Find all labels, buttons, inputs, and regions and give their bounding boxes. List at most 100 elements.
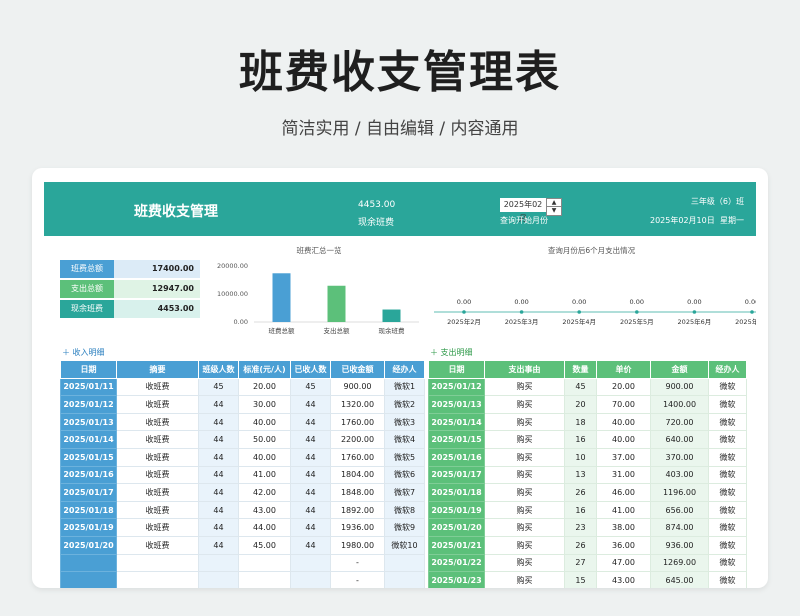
table-cell[interactable]: 47.00: [596, 553, 651, 573]
table-cell[interactable]: 微软: [708, 553, 747, 573]
table-cell[interactable]: 收班费: [116, 447, 199, 467]
table-cell[interactable]: 2025/01/14: [428, 412, 485, 432]
table-cell[interactable]: 收班费: [116, 483, 199, 502]
table-cell[interactable]: 13: [564, 465, 597, 485]
table-cell[interactable]: 微软1: [384, 377, 425, 397]
table-cell[interactable]: 微软: [708, 465, 747, 485]
spinner-up-icon[interactable]: ▲: [547, 199, 561, 207]
table-cell[interactable]: 收班费: [116, 465, 199, 485]
table-cell[interactable]: 44: [198, 412, 239, 432]
table-cell[interactable]: 微软: [708, 483, 747, 502]
table-cell[interactable]: [198, 553, 239, 573]
table-cell[interactable]: [290, 571, 331, 588]
table-cell[interactable]: 26: [564, 483, 597, 502]
table-cell[interactable]: 640.00: [650, 430, 709, 449]
table-cell[interactable]: [290, 553, 331, 573]
column-header[interactable]: 支出事由: [484, 360, 565, 379]
table-cell[interactable]: 2200.00: [330, 430, 385, 449]
table-cell[interactable]: 购买: [484, 518, 565, 537]
table-cell[interactable]: 1892.00: [330, 500, 385, 520]
table-cell[interactable]: 44: [290, 465, 331, 485]
table-cell[interactable]: 370.00: [650, 447, 709, 467]
table-cell[interactable]: 1400.00: [650, 395, 709, 414]
column-header[interactable]: 摘要: [116, 360, 199, 379]
table-cell[interactable]: 1760.00: [330, 412, 385, 432]
table-cell[interactable]: 1196.00: [650, 483, 709, 502]
table-cell[interactable]: 微软: [708, 535, 747, 555]
table-cell[interactable]: [116, 553, 199, 573]
table-cell[interactable]: 44: [290, 535, 331, 555]
table-cell[interactable]: 656.00: [650, 500, 709, 520]
table-cell[interactable]: 2025/01/15: [60, 447, 117, 467]
table-cell[interactable]: 2025/01/16: [428, 447, 485, 467]
table-cell[interactable]: [60, 553, 117, 573]
table-cell[interactable]: 收班费: [116, 535, 199, 555]
table-cell[interactable]: 44: [198, 447, 239, 467]
table-cell[interactable]: 购买: [484, 377, 565, 397]
table-cell[interactable]: 44: [290, 395, 331, 414]
table-cell[interactable]: 微软: [708, 571, 747, 588]
table-cell[interactable]: 微软: [708, 500, 747, 520]
table-cell[interactable]: 2025/01/23: [428, 571, 485, 588]
table-cell[interactable]: 16: [564, 430, 597, 449]
table-cell[interactable]: 微软4: [384, 430, 425, 449]
table-cell[interactable]: 44: [290, 518, 331, 537]
table-cell[interactable]: [116, 571, 199, 588]
table-cell[interactable]: 1269.00: [650, 553, 709, 573]
table-cell[interactable]: 购买: [484, 465, 565, 485]
table-cell[interactable]: 2025/01/15: [428, 430, 485, 449]
table-cell[interactable]: 收班费: [116, 395, 199, 414]
table-cell[interactable]: 16: [564, 500, 597, 520]
table-cell[interactable]: 45.00: [238, 535, 291, 555]
table-cell[interactable]: 微软7: [384, 483, 425, 502]
table-cell[interactable]: 27: [564, 553, 597, 573]
table-cell[interactable]: 微软9: [384, 518, 425, 537]
table-cell[interactable]: 2025/01/12: [428, 377, 485, 397]
column-header[interactable]: 金额: [650, 360, 709, 379]
table-cell[interactable]: 微软: [708, 395, 747, 414]
table-cell[interactable]: 2025/01/21: [428, 535, 485, 555]
table-cell[interactable]: 44: [290, 500, 331, 520]
table-cell[interactable]: 44: [290, 447, 331, 467]
table-cell[interactable]: 20: [564, 395, 597, 414]
column-header[interactable]: 日期: [428, 360, 485, 379]
table-cell[interactable]: 2025/01/19: [428, 500, 485, 520]
table-cell[interactable]: 44: [198, 430, 239, 449]
table-cell[interactable]: 2025/01/16: [60, 465, 117, 485]
table-cell[interactable]: 37.00: [596, 447, 651, 467]
table-cell[interactable]: 2025/01/11: [60, 377, 117, 397]
table-cell[interactable]: 2025/01/20: [60, 535, 117, 555]
table-cell[interactable]: 44: [290, 483, 331, 502]
table-cell[interactable]: 44: [290, 430, 331, 449]
table-cell[interactable]: 微软8: [384, 500, 425, 520]
column-header[interactable]: 已收金额: [330, 360, 385, 379]
table-cell[interactable]: 403.00: [650, 465, 709, 485]
table-cell[interactable]: 微软: [708, 377, 747, 397]
table-cell[interactable]: 收班费: [116, 412, 199, 432]
table-cell[interactable]: 2025/01/12: [60, 395, 117, 414]
table-cell[interactable]: 购买: [484, 553, 565, 573]
table-cell[interactable]: 30.00: [238, 395, 291, 414]
table-cell[interactable]: 43.00: [238, 500, 291, 520]
table-cell[interactable]: 874.00: [650, 518, 709, 537]
column-header[interactable]: 标准(元/人): [238, 360, 291, 379]
table-cell[interactable]: 10: [564, 447, 597, 467]
table-cell[interactable]: 微软: [708, 447, 747, 467]
table-cell[interactable]: [384, 571, 425, 588]
table-cell[interactable]: 微软2: [384, 395, 425, 414]
table-cell[interactable]: 26: [564, 535, 597, 555]
table-cell[interactable]: 900.00: [650, 377, 709, 397]
table-cell[interactable]: 2025/01/20: [428, 518, 485, 537]
table-cell[interactable]: 购买: [484, 412, 565, 432]
table-cell[interactable]: 43.00: [596, 571, 651, 588]
table-cell[interactable]: 收班费: [116, 430, 199, 449]
table-cell[interactable]: 18: [564, 412, 597, 432]
table-cell[interactable]: [198, 571, 239, 588]
table-cell[interactable]: 44: [198, 395, 239, 414]
table-cell[interactable]: 44: [198, 465, 239, 485]
table-cell[interactable]: 2025/01/18: [60, 500, 117, 520]
table-cell[interactable]: 微软: [708, 518, 747, 537]
table-cell[interactable]: 46.00: [596, 483, 651, 502]
table-cell[interactable]: 收班费: [116, 500, 199, 520]
table-cell[interactable]: 900.00: [330, 377, 385, 397]
